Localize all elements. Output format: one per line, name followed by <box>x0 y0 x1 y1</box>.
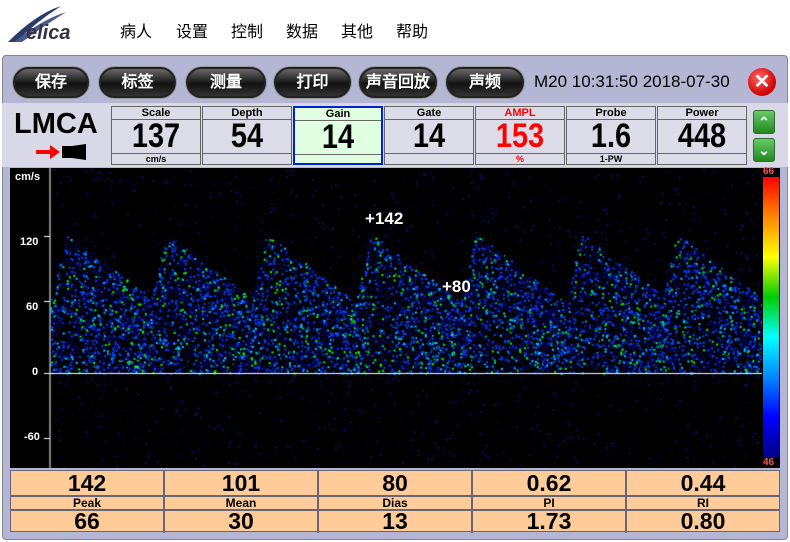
param-value: 54 <box>230 117 264 155</box>
menu-other[interactable]: 其他 <box>341 18 373 42</box>
y-tick: -60 <box>24 431 40 443</box>
close-icon[interactable]: ✕ <box>748 68 776 96</box>
param-value: 153 <box>495 117 545 155</box>
param-depth[interactable]: Depth 54 <box>202 106 292 165</box>
color-scale-bar <box>763 177 779 457</box>
audio-playback-button[interactable]: 声音回放 <box>359 67 437 98</box>
audio-button[interactable]: 声频 <box>446 67 524 98</box>
param-value: 1.6 <box>590 117 632 155</box>
measure-button[interactable]: 测量 <box>186 67 266 98</box>
print-button[interactable]: 打印 <box>274 67 351 98</box>
param-gate[interactable]: Gate 14 <box>384 106 474 165</box>
param-value: 448 <box>677 117 727 155</box>
colorbar-max: 66 <box>763 166 775 177</box>
menu-patient[interactable]: 病人 <box>120 18 152 42</box>
dias-value: 80 <box>319 471 473 495</box>
pi-value: 0.62 <box>473 471 627 495</box>
chevron-down-icon[interactable]: ⌄ <box>753 138 775 162</box>
y-tick: 0 <box>32 366 39 378</box>
menu-bar: elica 病人 设置 控制 数据 其他 帮助 <box>0 0 790 54</box>
colorbar-min: 46 <box>763 457 775 468</box>
param-scale[interactable]: Scale 137 cm/s <box>111 106 201 165</box>
menu-settings[interactable]: 设置 <box>176 18 208 42</box>
menu-control[interactable]: 控制 <box>231 18 263 42</box>
label-button[interactable]: 标签 <box>99 67 176 98</box>
pi-value-2: 1.73 <box>473 509 627 533</box>
vessel-name: LMCA <box>14 108 98 140</box>
mean-value: 101 <box>165 471 319 495</box>
measurements-table: 142 101 80 0.62 0.44 Peak Mean Dias PI R… <box>10 470 780 533</box>
save-button[interactable]: 保存 <box>13 67 89 98</box>
chevron-up-icon[interactable]: ⌃ <box>753 110 775 134</box>
diastolic-marker: +80 <box>442 277 471 296</box>
measurement-row: 66 30 13 1.73 0.80 <box>11 509 779 533</box>
y-tick: 60 <box>26 301 39 313</box>
ri-value: 0.44 <box>680 470 726 496</box>
param-probe[interactable]: Probe 1.6 1-PW <box>566 106 656 165</box>
probe-direction-icon <box>36 144 86 160</box>
peak-value-2: 66 <box>11 509 165 533</box>
param-power[interactable]: Power 448 <box>657 106 747 165</box>
menu-help[interactable]: 帮助 <box>396 18 428 42</box>
measurement-row: 142 101 80 0.62 0.44 <box>11 471 779 497</box>
param-value: 14 <box>412 117 446 155</box>
y-tick: 120 <box>20 236 39 248</box>
menu-data[interactable]: 数据 <box>286 18 318 42</box>
param-value: 14 <box>321 118 355 156</box>
param-gain[interactable]: Gain 14 <box>293 106 383 165</box>
logo-text: elica <box>26 22 71 44</box>
ri-value-2: 0.80 <box>680 508 726 534</box>
peak-value: 142 <box>11 471 165 495</box>
dias-value-2: 13 <box>319 509 473 533</box>
mean-value-2: 30 <box>165 509 319 533</box>
peak-marker: +142 <box>365 209 404 228</box>
velocity-unit: cm/s <box>15 171 41 183</box>
param-ampl[interactable]: AMPL 153% <box>475 106 565 165</box>
param-value: 137 <box>131 117 181 155</box>
datetime: M20 10:31:50 2018-07-30 <box>534 72 730 91</box>
